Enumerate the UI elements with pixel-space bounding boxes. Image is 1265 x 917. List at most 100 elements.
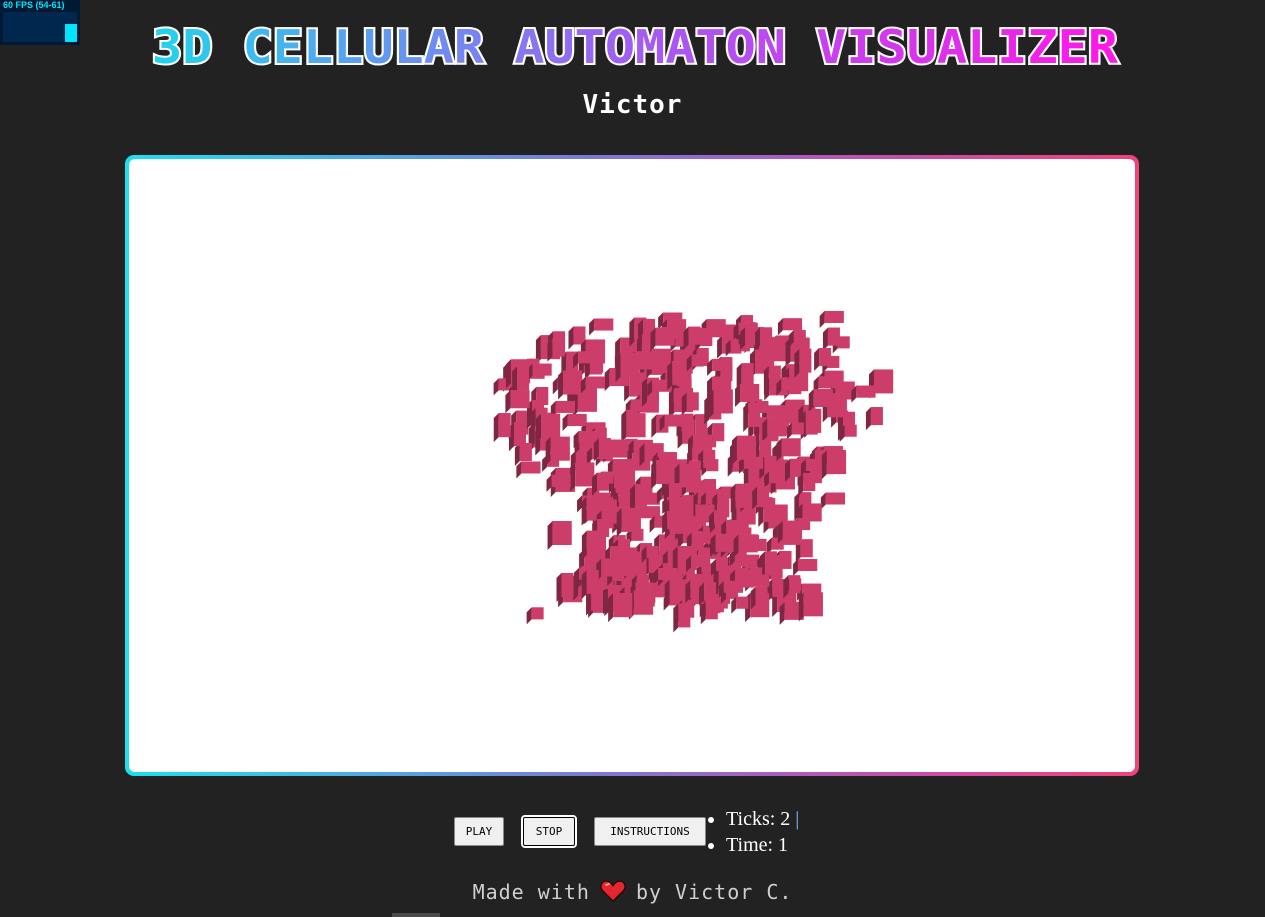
controls-bar: PLAY STOP INSTRUCTIONS Ticks: 2 | Time: … bbox=[452, 806, 832, 866]
voxel-side bbox=[526, 607, 532, 625]
voxel-front bbox=[655, 327, 675, 346]
voxel-front bbox=[781, 378, 794, 391]
voxel-front bbox=[686, 392, 699, 411]
voxel-side bbox=[505, 359, 511, 389]
voxel-front bbox=[586, 570, 599, 595]
voxel-side bbox=[641, 377, 647, 407]
voxel-side bbox=[581, 530, 587, 560]
voxel-front bbox=[658, 568, 678, 581]
voxel-front bbox=[764, 551, 777, 576]
voxel-front bbox=[691, 354, 704, 367]
voxel-front bbox=[740, 383, 760, 402]
voxel-front bbox=[703, 449, 716, 468]
voxel-front bbox=[555, 400, 576, 413]
voxel-front bbox=[531, 607, 544, 620]
voxel-front bbox=[870, 407, 883, 426]
voxel-side bbox=[819, 310, 825, 328]
voxel-front bbox=[601, 558, 614, 577]
voxel-front bbox=[767, 418, 787, 437]
time-value: Time: 1 bbox=[726, 834, 789, 856]
voxel-side bbox=[629, 317, 635, 347]
voxel-side bbox=[535, 413, 541, 443]
voxel-side bbox=[793, 558, 799, 576]
voxel-side bbox=[814, 347, 820, 371]
voxel-side bbox=[505, 390, 511, 414]
footer-suffix: by Victor C. bbox=[635, 880, 793, 904]
voxel-side bbox=[562, 414, 568, 432]
voxel-front bbox=[844, 424, 857, 437]
voxel-front bbox=[805, 458, 818, 471]
voxel-side bbox=[552, 377, 558, 395]
voxel-front bbox=[513, 422, 526, 447]
voxel-side bbox=[704, 395, 710, 425]
voxel-front bbox=[586, 530, 607, 555]
voxel-front bbox=[517, 366, 530, 391]
title-text: 3D CELLULAR AUTOMATON VISUALIZER bbox=[152, 20, 1118, 74]
voxel-front bbox=[552, 521, 572, 546]
voxel-front bbox=[715, 533, 735, 552]
voxel-group bbox=[493, 310, 894, 633]
voxel-front bbox=[563, 370, 583, 395]
ticks-separator: | bbox=[795, 808, 800, 830]
voxel-front bbox=[790, 458, 803, 477]
voxel-side bbox=[794, 348, 800, 378]
voxel-front bbox=[712, 423, 725, 442]
voxel-front bbox=[824, 310, 844, 323]
voxel-side bbox=[731, 596, 737, 614]
voxel-front bbox=[819, 347, 832, 366]
voxel-side bbox=[608, 593, 614, 623]
visualizer-frame bbox=[125, 155, 1139, 776]
voxel-front bbox=[793, 330, 806, 343]
voxel-front bbox=[656, 460, 669, 485]
voxel-front bbox=[782, 318, 803, 331]
voxel-side bbox=[546, 474, 552, 492]
voxel-side bbox=[568, 326, 574, 350]
voxel-front bbox=[578, 351, 591, 364]
voxel-side bbox=[822, 327, 828, 351]
play-button[interactable]: PLAY bbox=[454, 817, 504, 846]
fps-label: 60 FPS (54-61) bbox=[3, 0, 65, 10]
voxel-front bbox=[561, 572, 574, 597]
instructions-button[interactable]: INSTRUCTIONS bbox=[594, 817, 706, 846]
voxel-front bbox=[736, 596, 749, 609]
voxel-front bbox=[498, 413, 511, 438]
voxel-front bbox=[691, 555, 711, 568]
footer: Made with by Victor C. bbox=[0, 880, 1265, 907]
voxel-side bbox=[581, 570, 587, 600]
voxel-front bbox=[799, 348, 812, 373]
voxel-side bbox=[664, 579, 670, 609]
voxel-side bbox=[556, 572, 562, 602]
voxel-front bbox=[620, 352, 640, 377]
voxel-front bbox=[826, 450, 847, 475]
voxel-front bbox=[669, 498, 682, 511]
voxel-front bbox=[598, 438, 611, 457]
voxel-front bbox=[772, 578, 785, 597]
voxel-front bbox=[550, 436, 570, 461]
voxel-front bbox=[827, 327, 840, 346]
voxel-front bbox=[613, 593, 633, 618]
voxel-side bbox=[651, 460, 657, 490]
voxel-front bbox=[813, 388, 833, 407]
fps-monitor[interactable]: 60 FPS (54-61) bbox=[0, 0, 80, 45]
fps-bar bbox=[65, 24, 77, 42]
subtitle: Victor bbox=[582, 90, 683, 120]
voxel-front bbox=[700, 334, 713, 347]
voxel-front bbox=[769, 471, 782, 484]
voxel-front bbox=[789, 578, 802, 591]
voxel-front bbox=[551, 474, 571, 487]
voxel-side bbox=[558, 370, 564, 400]
voxel-front bbox=[612, 459, 633, 478]
voxel-front bbox=[567, 414, 587, 427]
voxel-side bbox=[777, 318, 783, 336]
voxel-front bbox=[646, 546, 659, 559]
voxel-front bbox=[585, 376, 606, 389]
voxel-front bbox=[803, 592, 823, 617]
voxel-side bbox=[516, 461, 522, 479]
visualizer-canvas[interactable] bbox=[129, 159, 1135, 772]
voxel-front bbox=[664, 414, 684, 427]
stop-button[interactable]: STOP bbox=[521, 815, 577, 848]
voxel-side bbox=[865, 407, 871, 431]
voxel-side bbox=[656, 486, 662, 504]
voxel-side bbox=[730, 483, 736, 513]
voxel-front bbox=[705, 601, 718, 620]
